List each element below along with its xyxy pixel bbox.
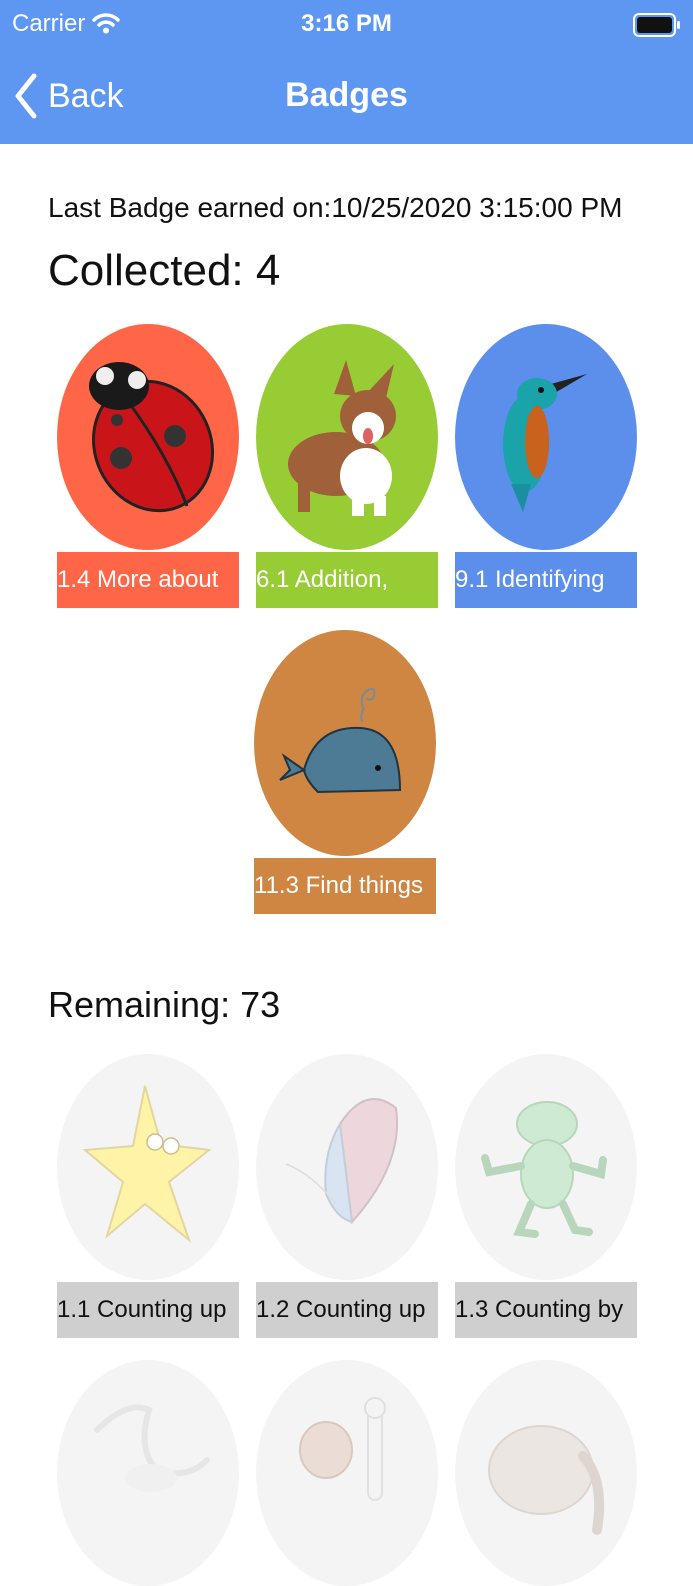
badge-oval	[256, 324, 438, 550]
badge-oval	[256, 1054, 438, 1280]
ladybug-icon	[89, 362, 215, 513]
elephant-icon	[488, 1425, 605, 1535]
butterfly-icon	[285, 1098, 398, 1225]
badge-oval	[455, 1360, 637, 1586]
badge-oval	[455, 324, 637, 550]
badge-oval	[254, 630, 436, 856]
badge-caption: 1.4 More about	[57, 552, 239, 608]
collected-badge-ladybug[interactable]: 1.4 More about	[57, 324, 239, 608]
page-title: Badges	[285, 76, 408, 114]
navigation-bar: Carrier 3:16 PM Back Badges	[0, 0, 693, 144]
badge-oval	[256, 1360, 438, 1586]
remaining-heading: Remaining: 73	[48, 984, 281, 1025]
battery-icon	[633, 13, 681, 37]
badge-oval	[57, 1360, 239, 1586]
badge-caption: 1.1 Counting up	[57, 1282, 239, 1338]
collected-badge-corgi[interactable]: 6.1 Addition,	[256, 324, 438, 608]
remaining-badge-starfish[interactable]: 1.1 Counting up	[57, 1054, 239, 1338]
remaining-badge-crane[interactable]	[57, 1360, 239, 1586]
kingfisher-icon	[503, 374, 587, 512]
badge-oval	[57, 324, 239, 550]
badge-oval	[455, 1054, 637, 1280]
collected-badge-whale[interactable]: 11.3 Find things	[254, 630, 436, 914]
clock: 3:16 PM	[301, 10, 392, 37]
badge-caption: 1.3 Counting by	[455, 1282, 637, 1338]
remaining-badge-frog[interactable]: 1.3 Counting by	[455, 1054, 637, 1338]
corgi-icon	[288, 360, 396, 516]
frog-icon	[481, 1101, 607, 1238]
badge-caption: 9.1 Identifying	[455, 552, 637, 608]
remaining-badge-dog-bone[interactable]	[256, 1360, 438, 1586]
badge-oval	[57, 1054, 239, 1280]
badge-caption: 1.2 Counting up	[256, 1282, 438, 1338]
crane-icon	[94, 1404, 210, 1492]
last-badge-earned: Last Badge earned on:10/25/2020 3:15:00 …	[48, 192, 623, 223]
status-bar: Carrier 3:16 PM	[0, 8, 693, 40]
collected-badge-kingfisher[interactable]: 9.1 Identifying	[455, 324, 637, 608]
badge-caption: 6.1 Addition,	[256, 552, 438, 608]
collected-heading: Collected: 4	[48, 246, 281, 295]
whale-icon	[279, 687, 402, 794]
remaining-badge-butterfly[interactable]: 1.2 Counting up	[256, 1054, 438, 1338]
starfish-icon	[82, 1085, 212, 1244]
badge-caption: 11.3 Find things	[254, 858, 436, 914]
dog-bone-icon	[299, 1397, 386, 1501]
remaining-badge-elephant[interactable]	[455, 1360, 637, 1586]
